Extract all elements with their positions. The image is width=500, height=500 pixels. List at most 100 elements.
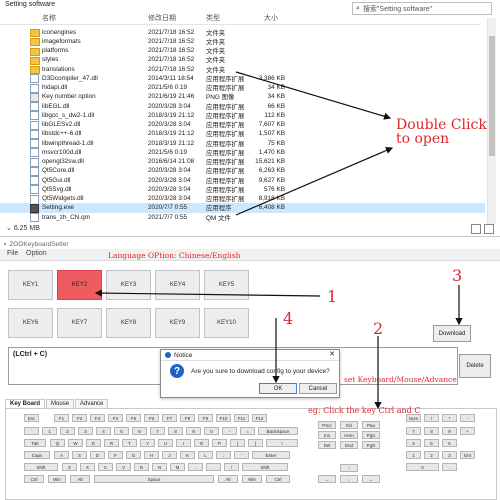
virtual-key[interactable]: Ctrl [266,475,290,483]
ok-button[interactable]: OK [259,383,297,394]
tiles-view-icon[interactable] [484,224,494,234]
key-button-key9[interactable]: KEY9 [155,308,200,338]
virtual-key[interactable]: . [442,463,457,471]
virtual-key[interactable]: Tab [24,439,46,447]
virtual-key[interactable]: ' [234,451,249,459]
virtual-key[interactable]: Alt [70,475,90,483]
virtual-key[interactable]: \ [266,439,298,447]
virtual-key[interactable]: / [224,463,239,471]
key-button-key6[interactable]: KEY6 [8,308,53,338]
virtual-key[interactable]: PScr [318,421,336,429]
virtual-key[interactable]: E [86,439,101,447]
key-button-key1[interactable]: KEY1 [8,270,53,300]
virtual-key[interactable]: W [68,439,83,447]
virtual-key[interactable]: U [158,439,173,447]
virtual-key[interactable]: F2 [72,414,87,422]
col-date[interactable]: 修改日期 [148,13,176,23]
virtual-key[interactable]: → [362,475,380,483]
virtual-key[interactable]: Z [62,463,77,471]
close-icon[interactable]: ✕ [329,350,335,358]
cancel-button[interactable]: Cancel [299,383,337,394]
virtual-key[interactable]: Shift [24,463,58,471]
virtual-key[interactable]: ] [248,439,263,447]
virtual-key[interactable]: ↑ [340,464,358,472]
download-button[interactable]: Download [433,325,471,342]
virtual-key[interactable]: N [152,463,167,471]
virtual-key[interactable]: Win [48,475,66,483]
virtual-key[interactable]: V [116,463,131,471]
scrollbar-thumb[interactable] [489,36,495,156]
virtual-key[interactable]: Ent [460,451,475,459]
key-button-key3[interactable]: KEY3 [106,270,151,300]
virtual-key[interactable]: 4 [406,439,421,447]
virtual-key[interactable]: 9 [186,427,201,435]
virtual-key[interactable]: Hom [340,431,358,439]
virtual-key[interactable]: ` [24,427,39,435]
virtual-key[interactable]: F4 [108,414,123,422]
virtual-key[interactable]: F1 [54,414,69,422]
virtual-key[interactable]: F12 [252,414,267,422]
menu-option[interactable]: Option [26,250,47,257]
virtual-key[interactable]: 2 [424,451,439,459]
virtual-key[interactable]: J [162,451,177,459]
virtual-key[interactable]: A [54,451,69,459]
virtual-key[interactable]: F7 [162,414,177,422]
virtual-key[interactable]: S [72,451,87,459]
virtual-key[interactable]: 9 [442,427,457,435]
virtual-key[interactable]: = [240,427,255,435]
virtual-key[interactable]: [ [230,439,245,447]
virtual-key[interactable]: R [104,439,119,447]
virtual-key[interactable]: 3 [442,451,457,459]
virtual-key[interactable]: 0 [204,427,219,435]
virtual-key[interactable]: K [180,451,195,459]
virtual-key[interactable]: L [198,451,213,459]
key-button-key5[interactable]: KEY5 [204,270,249,300]
virtual-key[interactable]: Caps [24,451,50,459]
virtual-key[interactable]: F5 [126,414,141,422]
delete-button[interactable]: Delete [459,354,491,378]
virtual-key[interactable]: 7 [150,427,165,435]
virtual-key[interactable]: Enter [252,451,290,459]
virtual-key[interactable]: B [134,463,149,471]
file-row[interactable]: trans_zh_CN.qm 2021/7/7 0:55 QM 文件 [0,212,485,222]
virtual-key[interactable]: 4 [96,427,111,435]
virtual-key[interactable]: End [340,441,358,449]
virtual-key[interactable]: F3 [90,414,105,422]
virtual-key[interactable]: 1 [42,427,57,435]
virtual-key[interactable]: 8 [168,427,183,435]
virtual-key[interactable]: Esc [24,414,39,422]
col-name[interactable]: 名称 [42,13,56,23]
virtual-key[interactable]: 8 [424,427,439,435]
key-button-key2[interactable]: KEY2 [57,270,102,300]
col-type[interactable]: 类型 [206,13,220,23]
virtual-key[interactable]: P [212,439,227,447]
virtual-key[interactable]: Q [50,439,65,447]
virtual-key[interactable]: D [90,451,105,459]
virtual-key[interactable]: * [442,414,457,422]
virtual-key[interactable]: 1 [406,451,421,459]
virtual-key[interactable]: Ctrl [24,475,44,483]
key-button-key10[interactable]: KEY10 [204,308,249,338]
virtual-key[interactable]: . [206,463,221,471]
virtual-key[interactable]: O [194,439,209,447]
virtual-key[interactable]: , [188,463,203,471]
virtual-key[interactable]: 5 [114,427,129,435]
virtual-key[interactable]: Ins [318,431,336,439]
virtual-key[interactable]: - [222,427,237,435]
details-view-icon[interactable] [471,224,481,234]
virtual-key[interactable]: 3 [78,427,93,435]
virtual-key[interactable]: T [122,439,137,447]
virtual-key[interactable]: G [126,451,141,459]
virtual-key[interactable]: 0 [406,463,439,471]
virtual-key[interactable]: Win [242,475,262,483]
virtual-key[interactable]: Alt [218,475,238,483]
virtual-key[interactable]: / [424,414,439,422]
virtual-key[interactable]: 6 [132,427,147,435]
virtual-key[interactable]: Pau [362,421,380,429]
virtual-key[interactable]: PgU [362,431,380,439]
virtual-key[interactable]: BackSpace [258,427,298,435]
virtual-key[interactable]: ; [216,451,231,459]
virtual-key[interactable]: C [98,463,113,471]
virtual-key[interactable]: ↓ [340,475,358,483]
virtual-key[interactable]: 2 [60,427,75,435]
